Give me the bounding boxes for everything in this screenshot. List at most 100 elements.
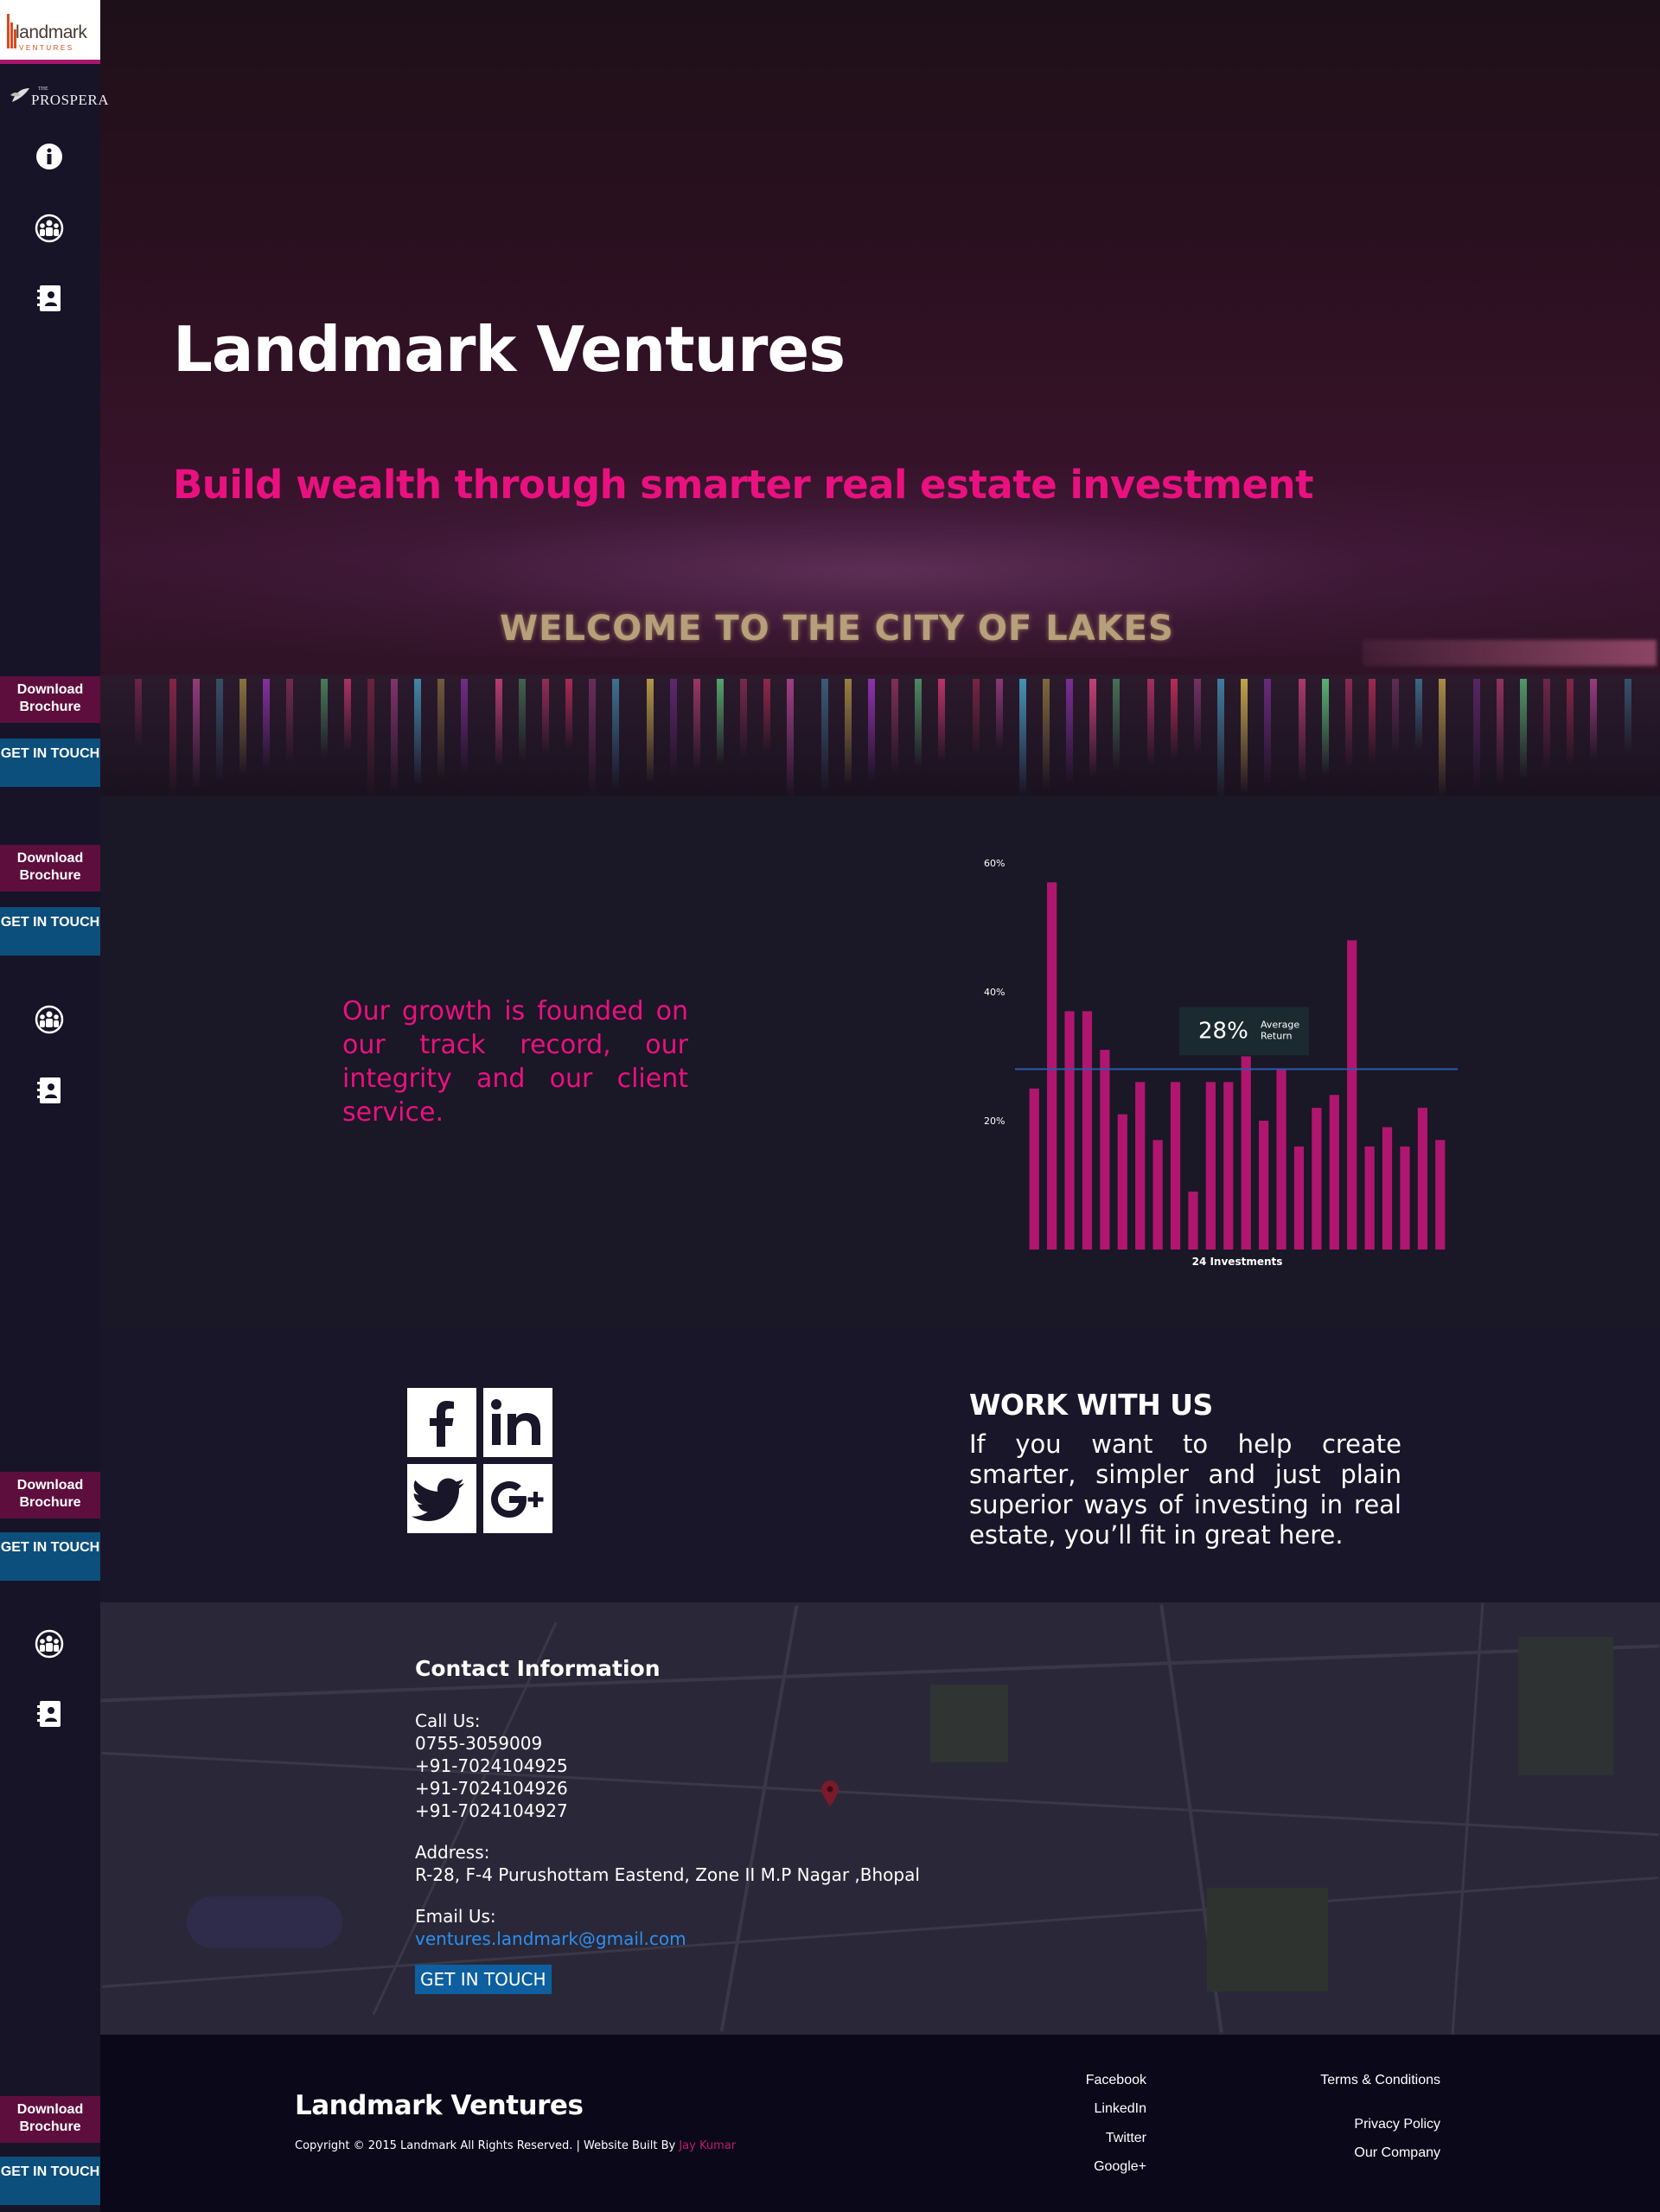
phone-number[interactable]: 0755-3059009 [415,1732,542,1755]
light-reflection [1520,679,1527,778]
hero-background-water [100,674,1660,796]
landmark-logo[interactable]: landmark VENTURES [0,0,100,64]
light-reflection [647,679,654,783]
get-in-touch-button[interactable]: GET IN TOUCH [0,907,100,956]
light-reflection [461,679,468,773]
chart-bar [1312,1108,1322,1250]
light-reflection [1473,679,1480,790]
footer-link-google-plus[interactable]: Google+ [1025,2159,1146,2175]
logo-text: landmark [16,22,87,42]
growth-statement: Our growth is founded on our track recor… [342,996,688,1128]
light-reflection [740,679,747,758]
chart-bar [1382,1127,1393,1250]
light-reflection [1043,679,1050,790]
phone-number[interactable]: +91-7024104927 [415,1800,568,1822]
download-brochure-button[interactable]: Download Brochure [0,676,100,723]
team-icon[interactable] [35,1005,64,1034]
hero-title: Landmark Ventures [173,313,846,386]
light-reflection [787,679,794,796]
team-icon[interactable] [35,214,64,243]
light-reflection [1567,679,1574,766]
chart-bar [1347,940,1357,1250]
google-plus-icon[interactable] [483,1464,552,1533]
phone-number[interactable]: +91-7024104925 [415,1755,568,1777]
footer-brand: Landmark Ventures [295,2090,584,2121]
facebook-icon[interactable] [407,1388,476,1457]
leaf-icon [10,88,29,102]
chart-bar [1170,1082,1181,1250]
get-in-touch-button[interactable]: GET IN TOUCH [0,2157,100,2205]
chart-bar [1064,1011,1075,1250]
work-with-us-section: WORK WITH US If you want to help create … [100,1327,1660,1602]
contacts-book-icon[interactable] [35,1076,64,1105]
footer-link-linkedin[interactable]: LinkedIn [1025,2101,1147,2117]
light-reflection [891,679,898,774]
work-with-us-title: WORK WITH US [969,1388,1213,1422]
light-reflection [391,679,398,791]
linkedin-icon[interactable] [483,1388,552,1457]
light-reflection [542,679,549,755]
download-brochure-button[interactable]: Download Brochure [0,845,100,892]
hero-city-lights [1363,640,1657,666]
light-reflection [239,679,246,776]
light-reflection [589,679,596,795]
chart-bar [1135,1082,1146,1250]
light-reflection [763,679,770,752]
light-reflection [1322,679,1329,775]
download-brochure-button[interactable]: Download Brochure [0,1472,100,1518]
light-reflection [495,679,502,767]
chart-bar [1259,1121,1269,1250]
map-pin-icon[interactable] [820,1780,840,1806]
prospera-logo[interactable]: THE PROSPERA [7,83,108,118]
contacts-book-icon[interactable] [35,1699,64,1729]
light-reflection [169,679,176,794]
download-brochure-button[interactable]: Download Brochure [0,2096,100,2143]
prospera-name: PROSPERA [31,92,109,108]
chart-bar [1400,1146,1410,1250]
map-background[interactable] [100,1602,1660,2035]
email-link[interactable]: ventures.landmark@gmail.com [415,1928,686,1950]
footer-link-company[interactable]: Our Company [1311,2145,1440,2161]
author-link[interactable]: Jay Kumar [679,2139,736,2152]
chart-bar [1100,1050,1110,1250]
footer-link-twitter[interactable]: Twitter [1025,2131,1146,2146]
light-reflection [1439,679,1446,796]
light-reflection [1543,679,1550,772]
light-reflection [1345,679,1352,769]
chart-bar [1152,1140,1163,1250]
light-reflection [1194,679,1201,753]
twitter-icon[interactable] [407,1464,476,1533]
chart-bar [1188,1191,1198,1250]
team-icon[interactable] [35,1629,64,1659]
chart-bar [1276,1069,1286,1250]
y-tick-label: 40% [984,987,1005,998]
light-reflection [1147,679,1154,765]
light-reflection [1217,679,1224,796]
chart-bar [1435,1140,1446,1250]
light-reflection [915,679,922,768]
light-reflection [286,679,293,764]
light-reflection [1392,679,1399,757]
phone-number[interactable]: +91-7024104926 [415,1777,568,1800]
sidebar: landmark VENTURES THE PROSPERA Download [0,0,108,2212]
average-label-value: 28% [1198,1018,1248,1044]
get-in-touch-button[interactable]: GET IN TOUCH [0,1532,100,1581]
light-reflection [565,679,572,749]
get-in-touch-button[interactable]: GET IN TOUCH [0,738,100,787]
footer-link-facebook[interactable]: Facebook [1025,2073,1146,2088]
light-reflection [670,679,677,777]
chart-bar [1417,1108,1427,1250]
light-reflection [938,679,945,762]
footer-link-privacy[interactable]: Privacy Policy [1311,2117,1440,2132]
light-reflection [1264,679,1271,787]
copyright-text: Copyright © 2015 Landmark All Rights Res… [295,2139,680,2152]
info-icon[interactable] [35,142,64,171]
footer-link-terms[interactable]: Terms & Conditions [1311,2073,1440,2088]
address-text: R-28, F-4 Purushottam Eastend, Zone II M… [415,1864,920,1885]
contact-get-in-touch-button[interactable]: GET IN TOUCH [415,1965,552,1994]
chart-bar [1223,1082,1234,1250]
light-reflection [414,679,421,785]
light-reflection [1171,679,1178,759]
contacts-book-icon[interactable] [35,284,64,313]
light-reflection [135,679,142,748]
